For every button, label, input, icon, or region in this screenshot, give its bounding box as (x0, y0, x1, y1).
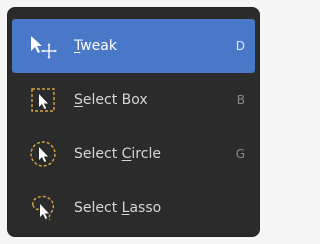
menu-item-select-lasso[interactable]: Select Lasso (12, 181, 255, 235)
menu-item-label: Tweak (74, 38, 117, 54)
menu-item-label: Select Box (74, 92, 148, 108)
tweak-cursor-icon (26, 29, 60, 63)
shortcut-key: B (236, 93, 245, 107)
select-lasso-icon (26, 191, 60, 225)
select-box-icon (26, 83, 60, 117)
shortcut-key: D (235, 39, 245, 53)
tool-select-menu: Tweak D Select Box B Select Circle G Sel… (8, 8, 259, 236)
menu-item-select-box[interactable]: Select Box B (12, 73, 255, 127)
shortcut-key: G (235, 147, 245, 161)
menu-item-label: Select Circle (74, 146, 161, 162)
menu-item-select-circle[interactable]: Select Circle G (12, 127, 255, 181)
select-circle-icon (26, 137, 60, 171)
menu-item-label: Select Lasso (74, 200, 162, 216)
menu-item-tweak[interactable]: Tweak D (12, 19, 255, 73)
